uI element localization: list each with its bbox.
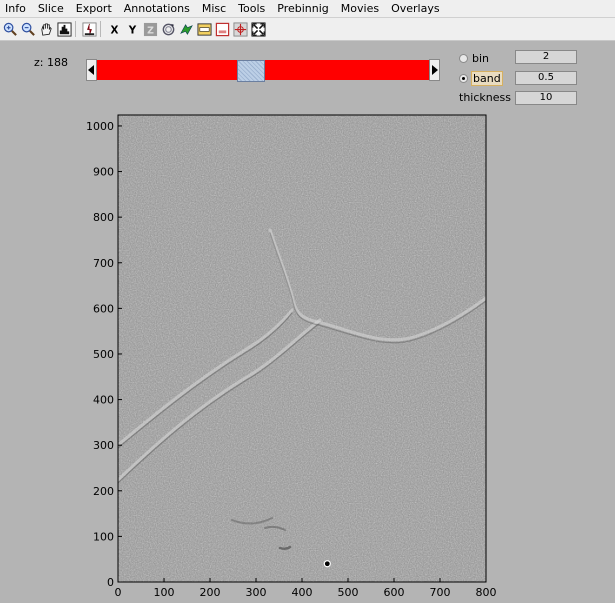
y-tick-label: 800 bbox=[93, 211, 114, 224]
crosshair-icon[interactable] bbox=[232, 21, 248, 37]
band-value-field[interactable]: 0.5 bbox=[515, 71, 577, 85]
transform-icon[interactable] bbox=[178, 21, 194, 37]
y-axis: 0 100 200 300 400 500 600 700 800 900 1000 bbox=[86, 120, 122, 589]
bin-radio[interactable] bbox=[459, 54, 468, 63]
bin-value-field[interactable]: 2 bbox=[515, 50, 577, 64]
menu-info[interactable]: Info bbox=[0, 0, 32, 17]
x-axis-icon[interactable]: X bbox=[106, 21, 122, 37]
band-radio[interactable] bbox=[459, 74, 468, 83]
x-tick-label: 200 bbox=[200, 586, 221, 599]
toolbar: X Y Z bbox=[0, 18, 615, 41]
menu-movies[interactable]: Movies bbox=[335, 0, 385, 17]
x-tick-label: 100 bbox=[154, 586, 175, 599]
menu-slice[interactable]: Slice bbox=[32, 0, 70, 17]
y-tick-label: 200 bbox=[93, 485, 114, 498]
box-icon[interactable] bbox=[214, 21, 230, 37]
fit-icon[interactable] bbox=[250, 21, 266, 37]
x-tick-label: 400 bbox=[292, 586, 313, 599]
histogram-icon[interactable] bbox=[56, 21, 72, 37]
menu-overlays[interactable]: Overlays bbox=[385, 0, 446, 17]
x-tick-label: 0 bbox=[115, 586, 122, 599]
svg-text:Y: Y bbox=[127, 24, 136, 36]
arrow-left-icon bbox=[88, 65, 94, 75]
z-axis-icon[interactable]: Z bbox=[142, 21, 158, 37]
thickness-value-field[interactable]: 10 bbox=[515, 91, 577, 105]
bin-radio-option[interactable]: bin bbox=[459, 52, 489, 65]
slider-left-arrow[interactable] bbox=[86, 59, 97, 81]
y-tick-label: 400 bbox=[93, 394, 114, 407]
tomogram-plot[interactable]: 0 100 200 300 400 500 600 700 800 0 100 200 300 400 5… bbox=[0, 108, 615, 599]
zoom-out-icon[interactable] bbox=[20, 21, 36, 37]
slider-thumb[interactable] bbox=[237, 60, 265, 82]
marker-layer bbox=[323, 560, 331, 568]
toolbar-separator bbox=[75, 21, 76, 37]
menu-annotations[interactable]: Annotations bbox=[118, 0, 196, 17]
menu-export[interactable]: Export bbox=[70, 0, 118, 17]
x-tick-label: 600 bbox=[384, 586, 405, 599]
band-radio-option[interactable]: band bbox=[459, 71, 503, 86]
y-axis-icon[interactable]: Y bbox=[124, 21, 140, 37]
menu-tools[interactable]: Tools bbox=[232, 0, 271, 17]
pan-hand-icon[interactable] bbox=[38, 21, 54, 37]
rotate-icon[interactable] bbox=[160, 21, 176, 37]
y-tick-label: 100 bbox=[93, 530, 114, 543]
y-tick-label: 700 bbox=[93, 257, 114, 270]
band-radio-label: band bbox=[471, 71, 503, 86]
thickness-label: thickness bbox=[459, 91, 511, 104]
arrow-right-icon bbox=[432, 65, 438, 75]
marker-point[interactable] bbox=[324, 561, 330, 567]
menu-misc[interactable]: Misc bbox=[196, 0, 232, 17]
y-tick-label: 300 bbox=[93, 439, 114, 452]
z-slice-slider[interactable] bbox=[86, 59, 440, 82]
toolbar-separator bbox=[100, 21, 101, 37]
menu-prebinnig[interactable]: Prebinnig bbox=[271, 0, 335, 17]
x-tick-label: 300 bbox=[246, 586, 267, 599]
y-tick-label: 0 bbox=[107, 576, 114, 589]
y-tick-label: 600 bbox=[93, 302, 114, 315]
bin-radio-label: bin bbox=[472, 52, 490, 65]
slice-viewer: 0 100 200 300 400 500 600 700 800 0 100 200 300 400 5… bbox=[0, 108, 615, 599]
contrast-icon[interactable] bbox=[81, 21, 97, 37]
zoom-in-icon[interactable] bbox=[2, 21, 18, 37]
menubar: Info Slice Export Annotations Misc Tools Prebi… bbox=[0, 0, 615, 18]
y-tick-label: 500 bbox=[93, 348, 114, 361]
slider-track[interactable] bbox=[97, 60, 429, 82]
x-tick-label: 800 bbox=[476, 586, 497, 599]
tomogram-texture bbox=[118, 115, 486, 582]
svg-text:Z: Z bbox=[147, 25, 154, 36]
x-tick-label: 500 bbox=[338, 586, 359, 599]
svg-text:X: X bbox=[110, 24, 118, 36]
y-tick-label: 900 bbox=[93, 166, 114, 179]
z-slice-label: z: 188 bbox=[34, 56, 68, 69]
window-icon[interactable] bbox=[196, 21, 212, 37]
slider-right-arrow[interactable] bbox=[429, 59, 440, 81]
x-tick-label: 700 bbox=[430, 586, 451, 599]
y-tick-label: 1000 bbox=[86, 120, 114, 133]
